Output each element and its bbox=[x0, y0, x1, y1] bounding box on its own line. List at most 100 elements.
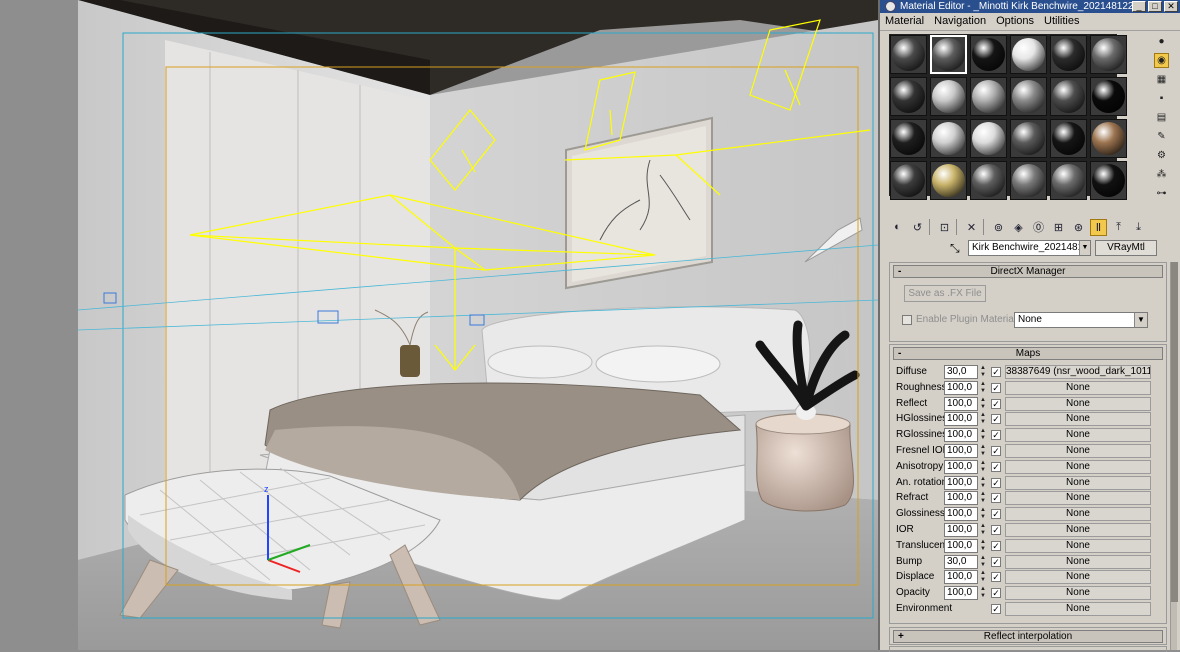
material-slot[interactable] bbox=[890, 35, 927, 74]
sample-type-icon[interactable]: ● bbox=[1154, 34, 1169, 49]
save-as-fx-button[interactable]: Save as .FX File bbox=[904, 285, 986, 302]
material-slot[interactable] bbox=[970, 35, 1007, 74]
scrollbar-thumb[interactable] bbox=[1171, 262, 1178, 602]
put-to-library-icon[interactable]: ◈ bbox=[1010, 219, 1027, 236]
material-slot[interactable] bbox=[890, 77, 927, 116]
select-by-material-icon[interactable]: ⁂ bbox=[1154, 167, 1169, 182]
get-material-icon[interactable]: ◐ bbox=[889, 219, 906, 236]
map-slot-button[interactable]: None bbox=[1005, 475, 1151, 490]
map-amount-field[interactable]: 100,0 bbox=[944, 586, 978, 601]
menu-options[interactable]: Options bbox=[991, 13, 1039, 30]
map-amount-field[interactable]: 100,0 bbox=[944, 396, 978, 411]
map-slot-button[interactable]: None bbox=[1005, 412, 1151, 427]
chevron-down-icon[interactable]: ▼ bbox=[1079, 241, 1090, 255]
video-color-check-icon[interactable]: ▤ bbox=[1154, 110, 1169, 125]
material-slot[interactable] bbox=[970, 119, 1007, 158]
map-slot-button[interactable]: None bbox=[1005, 428, 1151, 443]
title-bar[interactable]: Material Editor - _Minotti Kirk Benchwir… bbox=[880, 0, 1180, 13]
enable-plugin-checkbox[interactable] bbox=[902, 315, 912, 325]
map-slot-button[interactable]: None bbox=[1005, 586, 1151, 601]
spinner-icon[interactable]: ▲ ▼ bbox=[979, 397, 987, 411]
rollout-scrollbar[interactable] bbox=[1170, 262, 1178, 650]
map-amount-field[interactable]: 30,0 bbox=[944, 554, 978, 569]
spinner-icon[interactable]: ▲ ▼ bbox=[979, 381, 987, 395]
map-enable-checkbox[interactable]: ✓ bbox=[991, 540, 1001, 551]
show-shaded-material-icon[interactable]: Ⅱ bbox=[1090, 218, 1107, 236]
spinner-icon[interactable]: ▲ ▼ bbox=[979, 539, 987, 553]
show-end-result-icon[interactable]: ⊛ bbox=[1070, 219, 1087, 236]
go-forward-sibling-icon[interactable]: ⤓ bbox=[1130, 219, 1147, 236]
material-slot[interactable] bbox=[890, 161, 927, 200]
map-enable-checkbox[interactable]: ✓ bbox=[991, 556, 1001, 567]
maps-header[interactable]: - Maps bbox=[893, 347, 1163, 360]
spinner-icon[interactable]: ▲ ▼ bbox=[979, 365, 987, 379]
map-amount-field[interactable]: 100,0 bbox=[944, 523, 978, 537]
map-slot-button[interactable]: None bbox=[1005, 507, 1151, 522]
map-enable-checkbox[interactable]: ✓ bbox=[991, 509, 1001, 520]
map-slot-button[interactable]: None bbox=[1005, 396, 1151, 411]
make-preview-icon[interactable]: ✎ bbox=[1154, 129, 1169, 144]
minimize-button[interactable]: _ bbox=[1132, 1, 1146, 12]
material-slot[interactable] bbox=[1090, 35, 1127, 74]
assign-material-icon[interactable]: ⊡ bbox=[936, 219, 953, 236]
backlight-icon[interactable]: ◉ bbox=[1154, 53, 1169, 68]
reflect-interpolation-header[interactable]: + Reflect interpolation bbox=[893, 630, 1163, 643]
map-enable-checkbox[interactable]: ✓ bbox=[991, 414, 1001, 425]
material-slot[interactable] bbox=[930, 119, 967, 158]
map-slot-button[interactable]: None bbox=[1005, 380, 1151, 395]
material-slot[interactable] bbox=[1090, 161, 1127, 200]
plugin-material-select[interactable]: None ▼ bbox=[1014, 312, 1148, 328]
pick-material-icon[interactable]: ⤡ bbox=[950, 241, 964, 255]
map-amount-field[interactable]: 100,0 bbox=[944, 507, 978, 522]
material-slot[interactable] bbox=[1050, 77, 1087, 116]
spinner-icon[interactable]: ▲ ▼ bbox=[979, 523, 987, 537]
map-enable-checkbox[interactable]: ✓ bbox=[991, 525, 1001, 535]
map-slot-button[interactable]: None bbox=[1005, 538, 1151, 553]
spinner-icon[interactable]: ▲ ▼ bbox=[979, 428, 987, 442]
map-enable-checkbox[interactable]: ✓ bbox=[991, 477, 1001, 488]
material-slot[interactable] bbox=[1050, 119, 1087, 158]
spinner-icon[interactable]: ▲ ▼ bbox=[979, 570, 987, 584]
material-type-button[interactable]: VRayMtl bbox=[1095, 240, 1157, 256]
map-enable-checkbox[interactable]: ✓ bbox=[991, 367, 1001, 377]
map-slot-button[interactable]: None bbox=[1005, 491, 1151, 506]
reset-map-icon[interactable]: ✕ bbox=[963, 219, 980, 236]
spinner-icon[interactable]: ▲ ▼ bbox=[979, 444, 987, 458]
material-slot[interactable] bbox=[930, 77, 967, 116]
map-enable-checkbox[interactable]: ✓ bbox=[991, 398, 1001, 409]
map-amount-field[interactable]: 100,0 bbox=[944, 570, 978, 585]
map-slot-button[interactable]: None bbox=[1005, 459, 1151, 474]
map-enable-checkbox[interactable]: ✓ bbox=[991, 430, 1001, 441]
spinner-icon[interactable]: ▲ ▼ bbox=[979, 476, 987, 490]
map-slot-button[interactable]: None bbox=[1005, 554, 1151, 569]
viewport[interactable]: z bbox=[0, 0, 878, 650]
map-slot-button[interactable]: 38387649 (nsr_wood_dark_1011.jpg) bbox=[1005, 365, 1151, 379]
material-id-channel-icon[interactable]: ⓪ bbox=[1030, 219, 1047, 236]
map-slot-button[interactable]: None bbox=[1005, 444, 1151, 458]
material-slot[interactable] bbox=[1090, 77, 1127, 116]
chevron-down-icon[interactable]: ▼ bbox=[1134, 313, 1147, 327]
menu-utilities[interactable]: Utilities bbox=[1039, 13, 1084, 30]
map-slot-button[interactable]: None bbox=[1005, 570, 1151, 585]
spinner-icon[interactable]: ▲ ▼ bbox=[979, 412, 987, 426]
menu-material[interactable]: Material bbox=[880, 13, 929, 30]
spinner-icon[interactable]: ▲ ▼ bbox=[979, 555, 987, 569]
material-slot[interactable] bbox=[1010, 77, 1047, 116]
map-amount-field[interactable]: 100,0 bbox=[944, 459, 978, 474]
go-to-parent-icon[interactable]: ⤒ bbox=[1110, 219, 1127, 236]
spinner-icon[interactable]: ▲ ▼ bbox=[979, 586, 987, 600]
map-enable-checkbox[interactable]: ✓ bbox=[991, 446, 1001, 456]
menu-navigation[interactable]: Navigation bbox=[929, 13, 991, 30]
material-slot[interactable] bbox=[970, 161, 1007, 200]
map-slot-button[interactable]: None bbox=[1005, 523, 1151, 537]
map-slot-button[interactable]: None bbox=[1005, 602, 1151, 616]
map-enable-checkbox[interactable]: ✓ bbox=[991, 572, 1001, 583]
map-amount-field[interactable]: 100,0 bbox=[944, 491, 978, 506]
map-amount-field[interactable]: 30,0 bbox=[944, 365, 978, 379]
spinner-icon[interactable]: ▲ ▼ bbox=[979, 491, 987, 505]
material-slot[interactable] bbox=[1010, 35, 1047, 74]
make-unique-icon[interactable]: ⊚ bbox=[990, 219, 1007, 236]
uv-tiling-icon[interactable]: ▪ bbox=[1154, 91, 1169, 106]
spinner-icon[interactable]: ▲ ▼ bbox=[979, 507, 987, 521]
directx-manager-header[interactable]: - DirectX Manager bbox=[893, 265, 1163, 278]
